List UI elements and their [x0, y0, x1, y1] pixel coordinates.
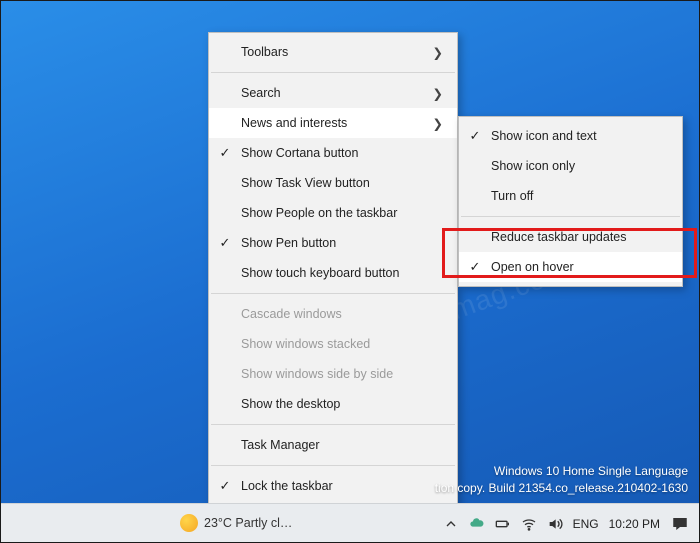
menu-item-label: Turn off: [491, 189, 668, 203]
menu-separator: [211, 72, 455, 73]
tray-chevron-up-icon[interactable]: [443, 516, 459, 532]
menu-item-news-and-interests[interactable]: News and interests ❯: [209, 108, 457, 138]
menu-item-label: Show Cortana button: [241, 146, 443, 160]
weather-sun-icon: [180, 514, 198, 532]
menu-separator: [211, 465, 455, 466]
menu-item-show-cortana-button[interactable]: ✓ Show Cortana button: [209, 138, 457, 168]
menu-item-label: Show icon and text: [491, 129, 668, 143]
menu-item-label: Show People on the taskbar: [241, 206, 443, 220]
menu-item-label: Show Pen button: [241, 236, 443, 250]
menu-item-label: Open on hover: [491, 260, 668, 274]
taskbar-weather[interactable]: 23°C Partly cl…: [172, 503, 300, 543]
menu-item-toolbars[interactable]: Toolbars ❯: [209, 37, 457, 67]
menu-item-label: Toolbars: [241, 45, 429, 59]
menu-item-show-windows-side-by-side: Show windows side by side: [209, 359, 457, 389]
wifi-icon[interactable]: [521, 516, 537, 532]
system-tray: ENG 10:20 PM: [443, 504, 700, 543]
menu-item-show-the-desktop[interactable]: Show the desktop: [209, 389, 457, 419]
news-and-interests-submenu: ✓ Show icon and text Show icon only Turn…: [458, 116, 683, 287]
watermark-line1: Windows 10 Home Single Language: [435, 463, 688, 480]
menu-separator: [211, 424, 455, 425]
taskbar[interactable]: 23°C Partly cl… ENG 10:20 PM: [0, 503, 700, 543]
menu-item-show-pen-button[interactable]: ✓ Show Pen button: [209, 228, 457, 258]
menu-item-label: Lock the taskbar: [241, 479, 443, 493]
menu-item-search[interactable]: Search ❯: [209, 78, 457, 108]
menu-item-show-windows-stacked: Show windows stacked: [209, 329, 457, 359]
submenu-item-show-icon-and-text[interactable]: ✓ Show icon and text: [459, 121, 682, 151]
submenu-item-show-icon-only[interactable]: Show icon only: [459, 151, 682, 181]
check-icon: ✓: [209, 478, 241, 494]
menu-item-label: News and interests: [241, 116, 429, 130]
windows-build-watermark: Windows 10 Home Single Language tion cop…: [435, 463, 688, 497]
taskbar-context-menu: Toolbars ❯ Search ❯ News and interests ❯…: [208, 32, 458, 536]
check-icon: ✓: [459, 259, 491, 275]
menu-item-show-touch-keyboard-button[interactable]: Show touch keyboard button: [209, 258, 457, 288]
submenu-item-reduce-taskbar-updates[interactable]: Reduce taskbar updates: [459, 222, 682, 252]
taskbar-clock[interactable]: 10:20 PM: [609, 517, 660, 531]
menu-item-label: Search: [241, 86, 429, 100]
menu-item-label: Show touch keyboard button: [241, 266, 443, 280]
menu-item-task-manager[interactable]: Task Manager: [209, 430, 457, 460]
menu-separator: [461, 216, 680, 217]
menu-item-label: Show icon only: [491, 159, 668, 173]
check-icon: ✓: [459, 128, 491, 144]
battery-icon[interactable]: [495, 516, 511, 532]
check-icon: ✓: [209, 235, 241, 251]
menu-item-label: Reduce taskbar updates: [491, 230, 668, 244]
chevron-right-icon: ❯: [429, 116, 443, 131]
onedrive-icon[interactable]: [469, 516, 485, 532]
menu-item-lock-the-taskbar[interactable]: ✓ Lock the taskbar: [209, 471, 457, 501]
menu-item-label: Show windows side by side: [241, 367, 443, 381]
menu-item-label: Cascade windows: [241, 307, 443, 321]
submenu-item-open-on-hover[interactable]: ✓ Open on hover: [459, 252, 682, 282]
action-center-icon[interactable]: [670, 514, 690, 534]
menu-item-label: Task Manager: [241, 438, 443, 452]
check-icon: ✓: [209, 145, 241, 161]
language-indicator[interactable]: ENG: [573, 517, 599, 531]
menu-item-show-task-view-button[interactable]: Show Task View button: [209, 168, 457, 198]
menu-item-label: Show windows stacked: [241, 337, 443, 351]
menu-item-label: Show Task View button: [241, 176, 443, 190]
weather-text: 23°C Partly cl…: [204, 516, 292, 530]
menu-item-label: Show the desktop: [241, 397, 443, 411]
menu-item-cascade-windows: Cascade windows: [209, 299, 457, 329]
menu-item-show-people-on-taskbar[interactable]: Show People on the taskbar: [209, 198, 457, 228]
chevron-right-icon: ❯: [429, 45, 443, 60]
menu-separator: [211, 293, 455, 294]
watermark-line2: tion copy. Build 21354.co_release.210402…: [435, 480, 688, 497]
chevron-right-icon: ❯: [429, 86, 443, 101]
submenu-item-turn-off[interactable]: Turn off: [459, 181, 682, 211]
volume-icon[interactable]: [547, 516, 563, 532]
